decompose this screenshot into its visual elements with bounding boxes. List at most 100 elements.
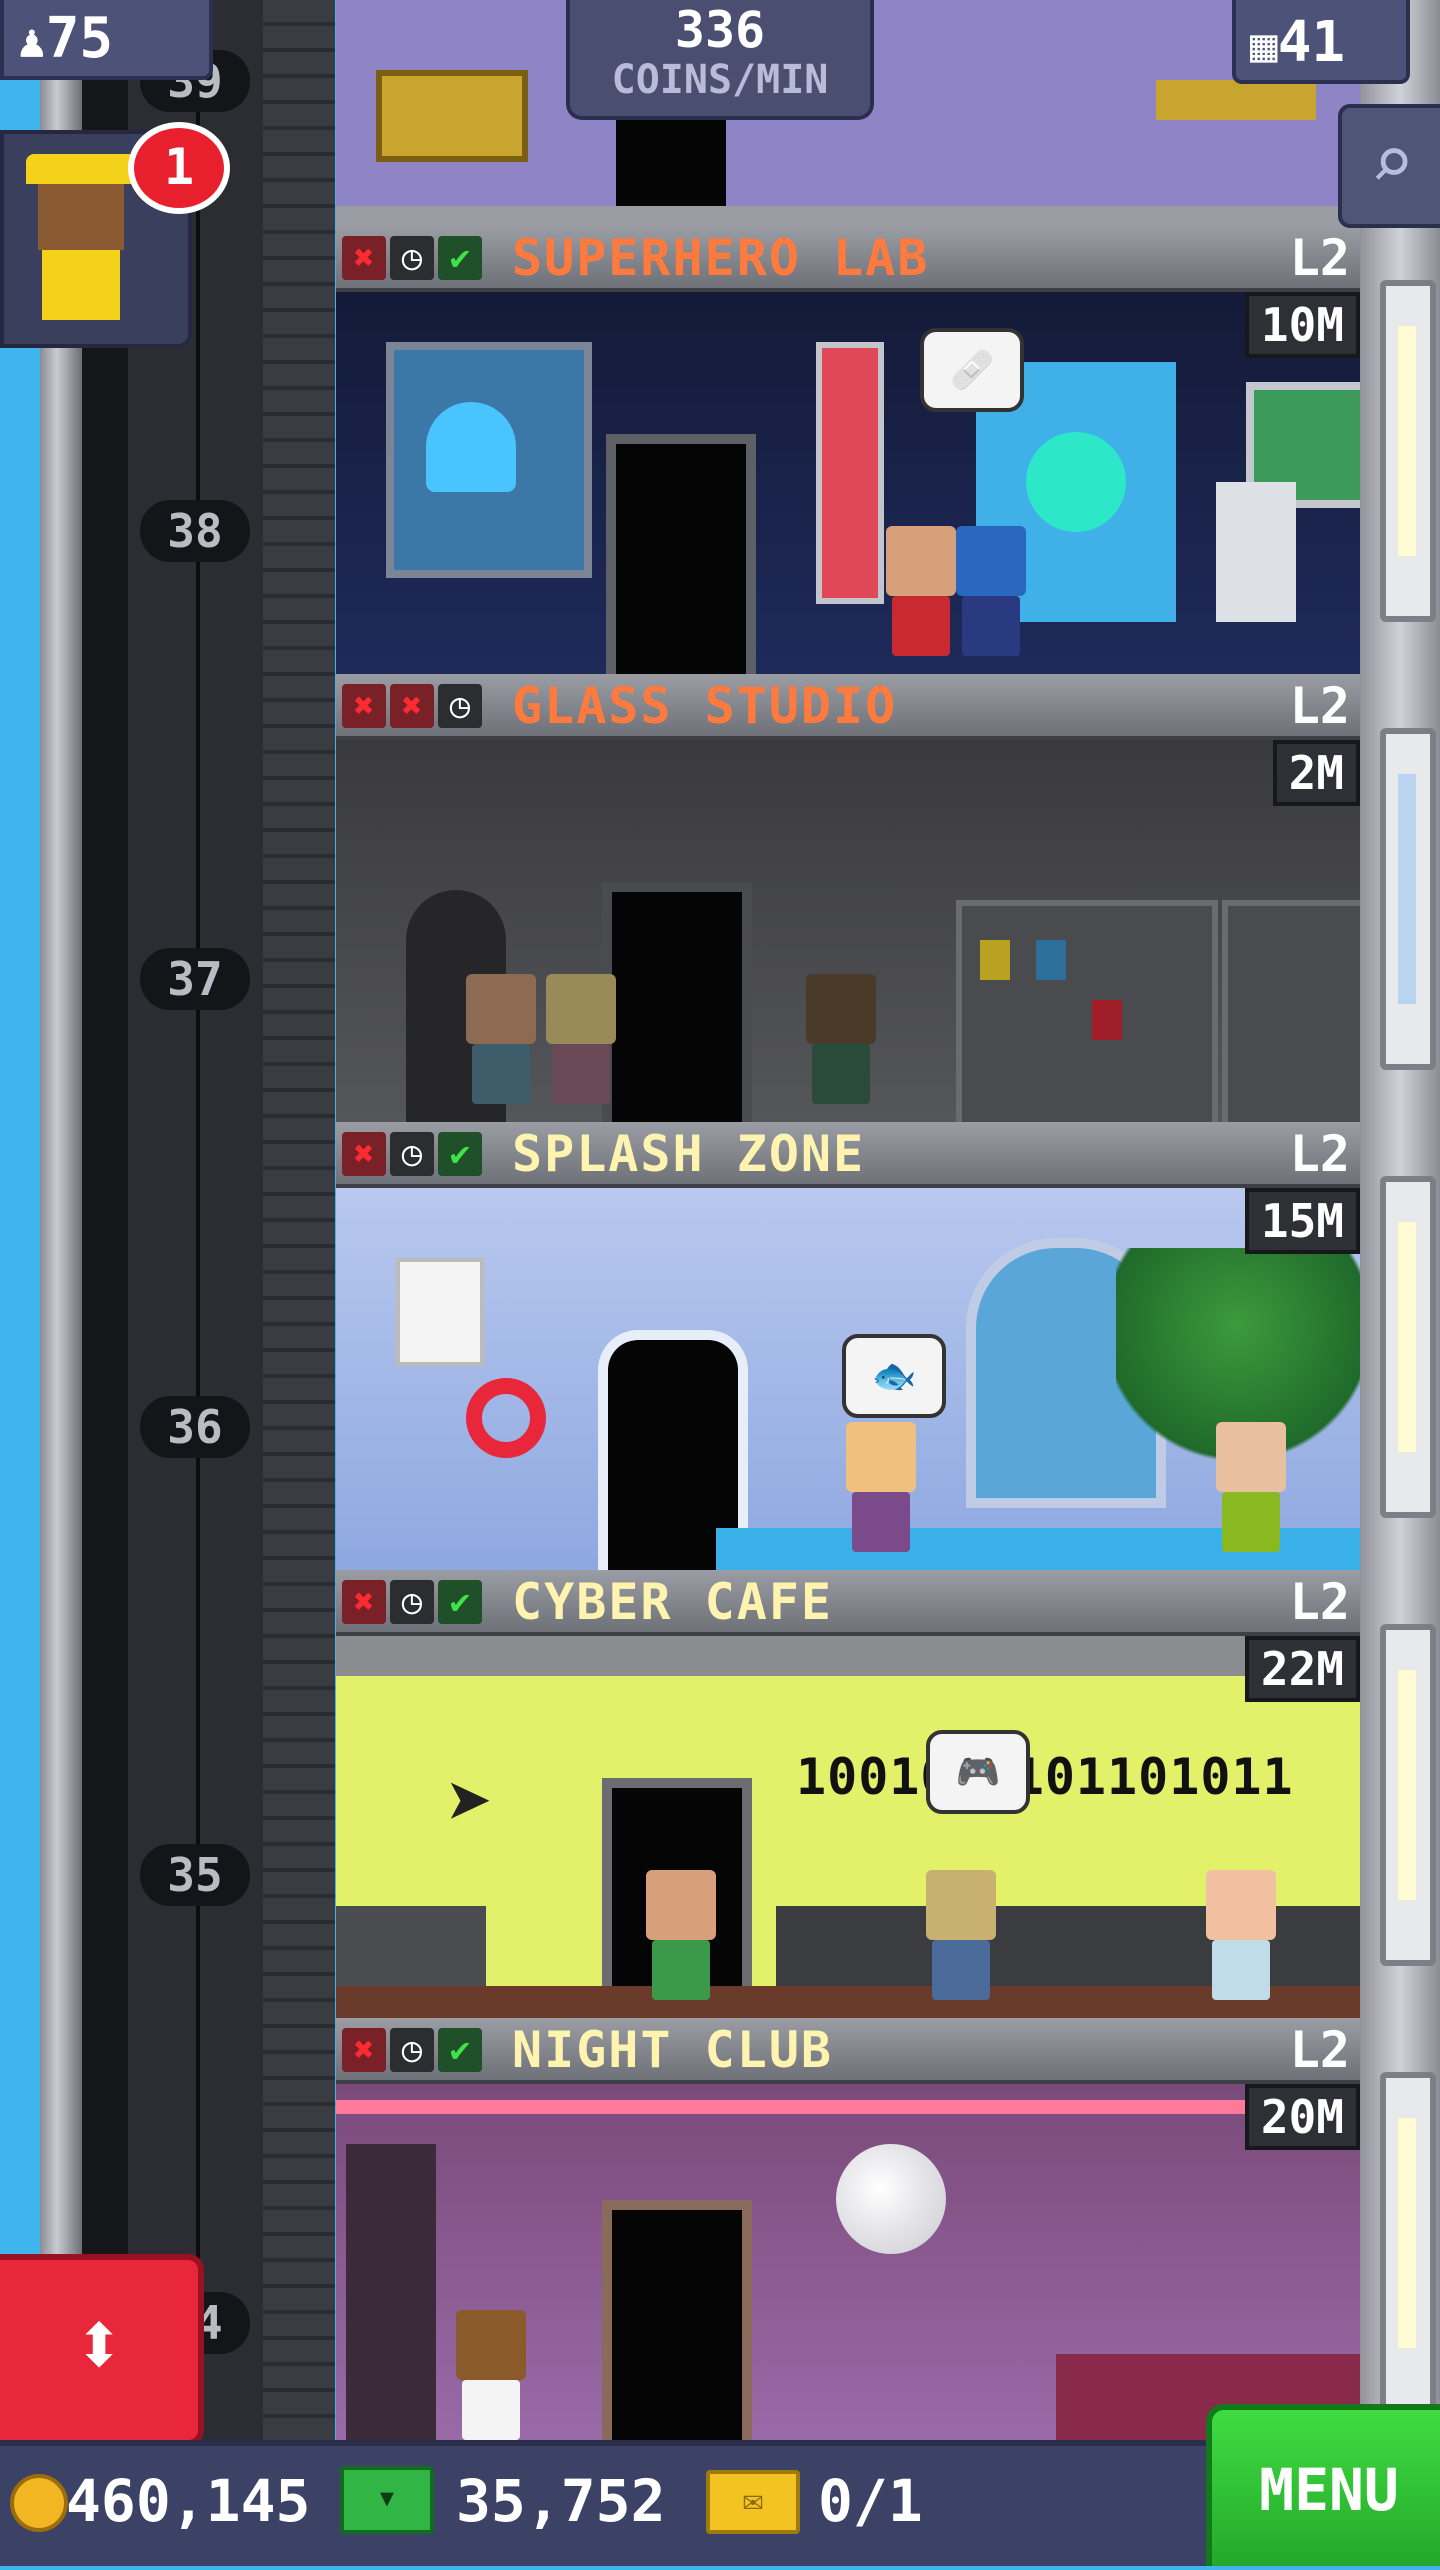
cursor-icon: ➤ (446, 1756, 495, 1849)
status-clock-icon: ◷ (390, 2028, 434, 2072)
bux-icon: ▾ (340, 2466, 434, 2534)
up-down-arrows-icon: ⬍ (71, 2292, 127, 2397)
status-check-icon: ✔ (438, 1580, 482, 1624)
floor-name: CYBER CAFE (512, 1573, 834, 1631)
shaft-floor-number: 38 (140, 500, 250, 562)
floor-cyber-cafe[interactable]: ➤ 1001011101101011 🎮 ✖ ◷ ✔ CYBER CAFE L2… (336, 1570, 1360, 2018)
floor-superhero-lab[interactable]: 🩹 ✖ ◷ ✔ SUPERHERO LAB L2 10M (336, 226, 1360, 674)
disco-ball (836, 2144, 946, 2254)
thought-bubble[interactable]: 🩹 (920, 328, 1024, 412)
shaft-right-rail (263, 0, 335, 2440)
status-clock-icon: ◷ (390, 1580, 434, 1624)
status-x-icon: ✖ (342, 684, 386, 728)
thought-bubble[interactable]: 🐟 (842, 1334, 946, 1418)
floor-title-bar: ✖ ◷ ✔ NIGHT CLUB L2 (336, 2018, 1360, 2084)
binary-screen-text: 1001011101101011 (796, 1748, 1294, 1806)
floor-status-icons: ✖ ◷ ✔ (342, 236, 482, 280)
character[interactable] (846, 1422, 916, 1552)
character[interactable] (886, 526, 956, 656)
floor-scene (336, 740, 1360, 1122)
population-counter[interactable]: ♟75 (0, 0, 213, 80)
status-x-icon: ✖ (390, 684, 434, 728)
floor-name: SUPERHERO LAB (512, 229, 930, 287)
floor-level: L2 (1289, 1573, 1350, 1631)
floor-name: NIGHT CLUB (512, 2021, 834, 2079)
tickets-value: 0/1 (818, 2467, 923, 2535)
status-clock-icon: ◷ (390, 1132, 434, 1176)
thought-bubble[interactable]: 🎮 (926, 1730, 1030, 1814)
coins-per-min-label: COINS/MIN (611, 57, 829, 103)
person-icon: ♟ (18, 14, 46, 68)
bux-value: 35,752 (456, 2467, 666, 2535)
shaft-column (82, 0, 128, 2440)
menu-button[interactable]: MENU (1206, 2404, 1440, 2566)
notification-badge: 1 (128, 122, 230, 214)
tower-window (1380, 728, 1436, 1070)
shaft-floor-number: 36 (140, 1396, 250, 1458)
status-x-icon: ✖ (342, 1580, 386, 1624)
population-number: 75 (45, 6, 114, 71)
character[interactable] (1216, 1422, 1286, 1552)
visitor-hat (26, 154, 136, 184)
character[interactable] (456, 2310, 526, 2440)
tower-window (1380, 280, 1436, 622)
floor-scene: ➤ 1001011101101011 🎮 (336, 1636, 1360, 2018)
floor-cost: 20M (1244, 2084, 1360, 2150)
status-check-icon: ✔ (438, 1132, 482, 1176)
status-check-icon: ✔ (438, 236, 482, 280)
magnifier-icon: ⌕ (1369, 120, 1415, 206)
floor-title-bar: ✖ ✖ ◷ GLASS STUDIO L2 (336, 674, 1360, 740)
character[interactable] (546, 974, 616, 1104)
floor-count[interactable]: ▦41 (1232, 0, 1410, 84)
visitor-face (38, 184, 124, 250)
floor-name: GLASS STUDIO (512, 677, 898, 735)
floor-cost: 2M (1272, 740, 1360, 806)
floor-name: SPLASH ZONE (512, 1125, 866, 1183)
floor-scene: 🩹 (336, 292, 1360, 674)
floor-cost: 10M (1244, 292, 1360, 358)
floor-status-icons: ✖ ◷ ✔ (342, 1132, 482, 1176)
floor-title-bar: ✖ ◷ ✔ SPLASH ZONE L2 (336, 1122, 1360, 1188)
character[interactable] (1206, 1870, 1276, 2000)
floor-level: L2 (1289, 677, 1350, 735)
floor-cost: 15M (1244, 1188, 1360, 1254)
character[interactable] (646, 1870, 716, 2000)
shaft-floor-number: 35 (140, 1844, 250, 1906)
floor-status-icons: ✖ ✖ ◷ (342, 684, 482, 728)
coins-value: 460,145 (66, 2467, 311, 2535)
building-icon: ▦ (1250, 18, 1278, 72)
elevator-cable (196, 0, 200, 2440)
population-value: ♟75 (18, 6, 113, 71)
floor-level: L2 (1289, 2021, 1350, 2079)
elevator-button[interactable]: ⬍ (0, 2254, 204, 2446)
tower-window (1380, 1624, 1436, 1966)
floor-title-bar: ✖ ◷ ✔ SUPERHERO LAB L2 (336, 226, 1360, 292)
character[interactable] (466, 974, 536, 1104)
floor-glass-studio[interactable]: ✖ ✖ ◷ GLASS STUDIO L2 2M (336, 674, 1360, 1122)
status-x-icon: ✖ (342, 2028, 386, 2072)
visitor-body (42, 250, 120, 320)
floor-status-icons: ✖ ◷ ✔ (342, 1580, 482, 1624)
floor-night-club[interactable]: ✖ ◷ ✔ NIGHT CLUB L2 20M (336, 2018, 1360, 2440)
room-door (602, 882, 752, 1122)
floor-cost: 22M (1244, 1636, 1360, 1702)
status-x-icon: ✖ (342, 236, 386, 280)
floor-scene (336, 2084, 1360, 2440)
floor-splash-zone[interactable]: 🐟 ✖ ◷ ✔ SPLASH ZONE L2 15M (336, 1122, 1360, 1570)
character[interactable] (926, 1870, 996, 2000)
character[interactable] (956, 526, 1026, 656)
floor-title-bar: ✖ ◷ ✔ CYBER CAFE L2 (336, 1570, 1360, 1636)
shaft-left-rail (40, 0, 82, 2440)
zoom-button[interactable]: ⌕ (1338, 104, 1440, 228)
floor-count-number: 41 (1277, 10, 1346, 75)
coin-icon (10, 2474, 68, 2532)
tower-window (1380, 2072, 1436, 2414)
coins-per-min-value: 336 (674, 1, 766, 59)
ticket-icon: ✉ (706, 2470, 800, 2534)
character[interactable] (806, 974, 876, 1104)
floor-count-value: ▦41 (1250, 10, 1345, 75)
status-clock-icon: ◷ (390, 236, 434, 280)
coins-per-min-banner: 336 COINS/MIN (566, 0, 874, 120)
status-check-icon: ✔ (438, 2028, 482, 2072)
tower-window (1380, 1176, 1436, 1518)
